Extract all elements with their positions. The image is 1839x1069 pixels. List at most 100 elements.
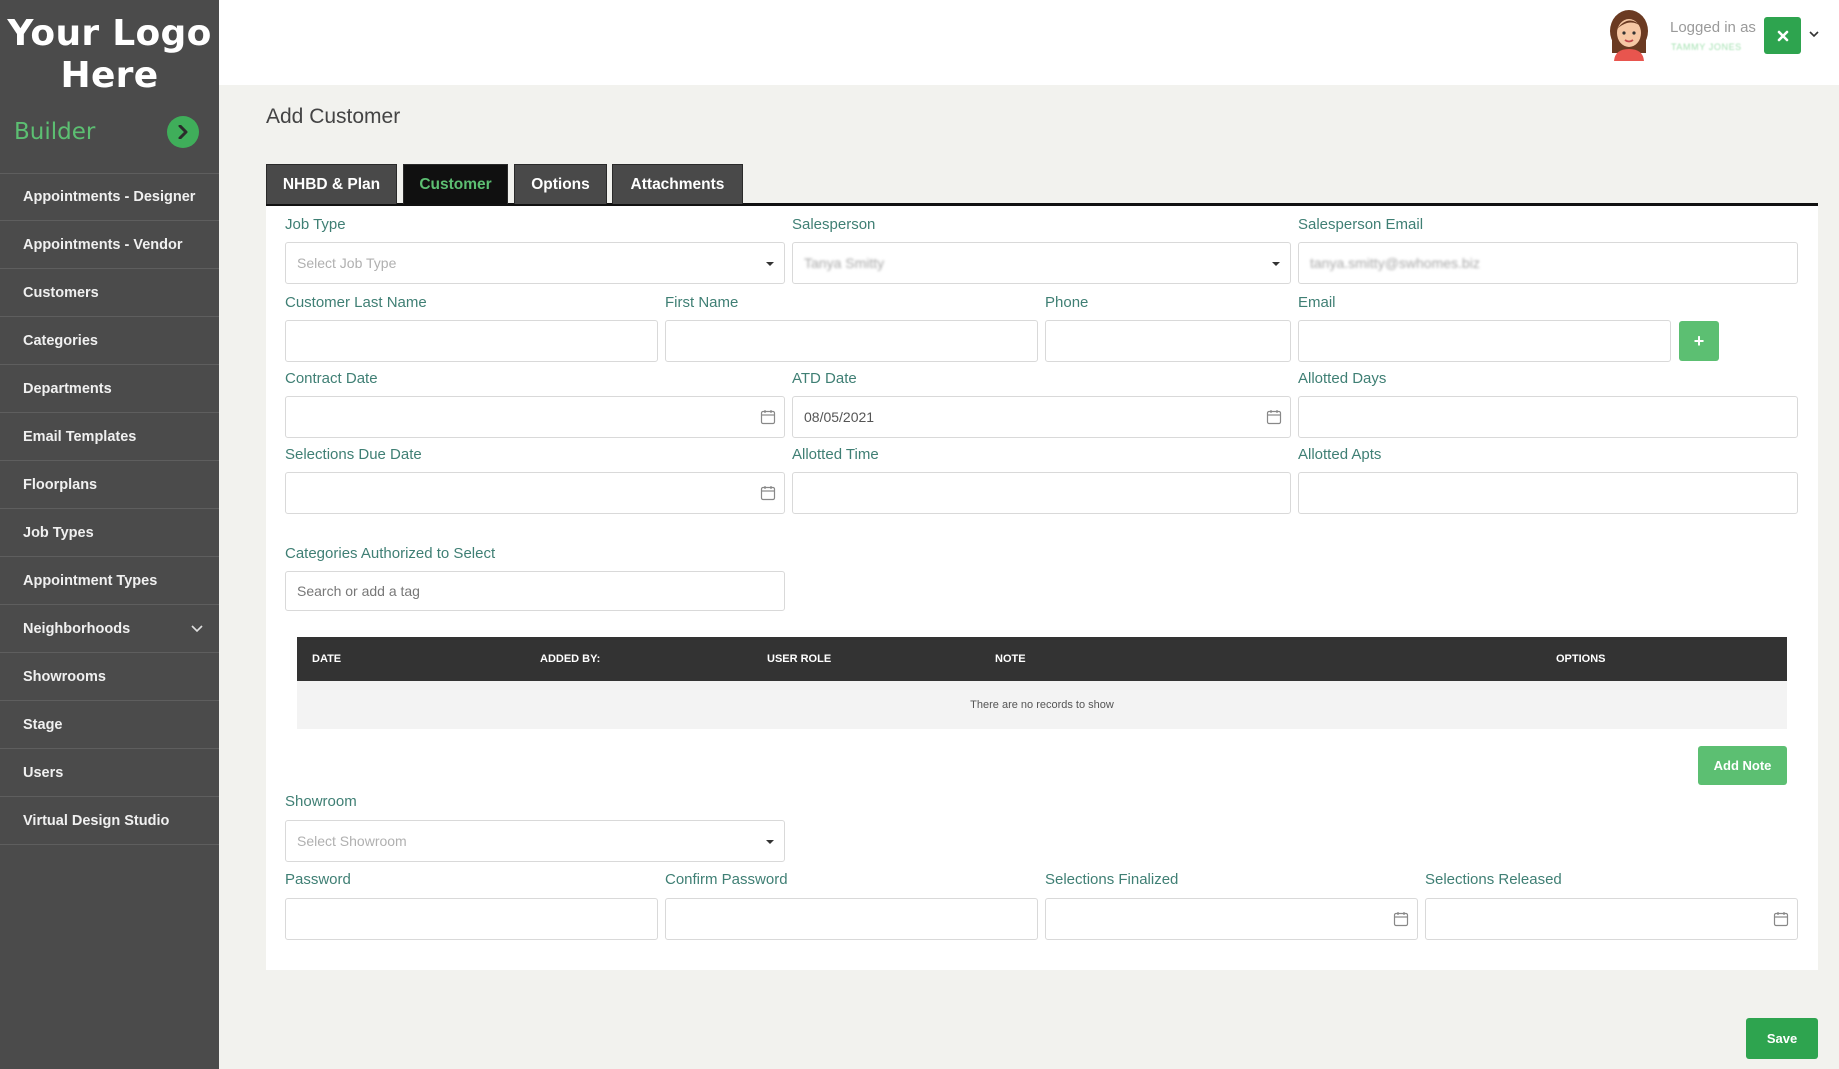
sidebar-item-floorplans[interactable]: Floorplans [0, 461, 219, 509]
first-name-input[interactable] [665, 320, 1038, 362]
sidebar-item-label: Users [23, 764, 64, 781]
password-label: Password [285, 871, 351, 888]
selections-finalized-input[interactable] [1045, 898, 1418, 940]
atd-date-value: 08/05/2021 [804, 409, 875, 425]
allotted-apts-label: Allotted Apts [1298, 446, 1382, 463]
logo[interactable]: Your Logo Here [0, 0, 219, 104]
selections-released-input[interactable] [1425, 898, 1798, 940]
logout-button[interactable] [1764, 17, 1801, 54]
salesperson-email-value: tanya.smitty@swhomes.biz [1310, 255, 1480, 271]
add-note-button[interactable]: Add Note [1698, 746, 1787, 785]
sidebar-item-virtual-design-studio[interactable]: Virtual Design Studio [0, 797, 219, 845]
calendar-icon[interactable] [1393, 911, 1409, 927]
column-added-by[interactable]: ADDED BY: [540, 653, 600, 665]
tab-options[interactable]: Options [514, 164, 607, 204]
chevron-right-icon[interactable] [167, 116, 199, 148]
caret-down-icon [1272, 262, 1280, 266]
logo-line-2: Here [60, 55, 159, 96]
sidebar-item-label: Neighborhoods [23, 620, 131, 637]
sidebar-item-label: Customers [23, 284, 99, 301]
logged-in-user: TAMMY JONES [1671, 42, 1742, 52]
sidebar-item-label: Floorplans [23, 476, 98, 493]
selections-due-date-input[interactable] [285, 472, 785, 514]
page-title: Add Customer [266, 105, 401, 128]
selections-due-date-label: Selections Due Date [285, 446, 422, 463]
sidebar-item-label: Appointments - Vendor [23, 236, 183, 253]
sidebar-nav: Appointments - Designer Appointments - V… [0, 173, 219, 845]
sidebar-item-label: Job Types [23, 524, 94, 541]
sidebar-item-label: Email Templates [23, 428, 137, 445]
confirm-password-input[interactable] [665, 898, 1038, 940]
contract-date-input[interactable] [285, 396, 785, 438]
add-email-button[interactable]: + [1679, 321, 1719, 361]
tab-customer[interactable]: Customer [403, 164, 508, 204]
customer-last-name-label: Customer Last Name [285, 294, 427, 311]
sidebar-item-users[interactable]: Users [0, 749, 219, 797]
atd-date-input[interactable]: 08/05/2021 [792, 396, 1291, 438]
phone-input[interactable] [1045, 320, 1291, 362]
calendar-icon[interactable] [1773, 911, 1789, 927]
atd-date-label: ATD Date [792, 370, 857, 387]
sidebar-item-customers[interactable]: Customers [0, 269, 219, 317]
tab-bar: NHBD & Plan Customer Options Attachments [266, 164, 1818, 206]
sidebar-item-job-types[interactable]: Job Types [0, 509, 219, 557]
password-input[interactable] [285, 898, 658, 940]
sidebar-item-stage[interactable]: Stage [0, 701, 219, 749]
calendar-icon[interactable] [760, 485, 776, 501]
email-input[interactable] [1298, 320, 1671, 362]
sidebar-item-label: Virtual Design Studio [23, 812, 170, 829]
sidebar-item-label: Stage [23, 716, 63, 733]
email-label: Email [1298, 294, 1336, 311]
tab-attachments[interactable]: Attachments [612, 164, 743, 204]
categories-tag-input[interactable]: Search or add a tag [285, 571, 785, 611]
notes-empty-row: There are no records to show [297, 681, 1787, 729]
builder-label: Builder [14, 119, 96, 145]
builder-section: Builder [0, 104, 219, 160]
salesperson-label: Salesperson [792, 216, 876, 233]
salesperson-select[interactable]: Tanya Smitty [792, 242, 1291, 284]
sidebar-item-label: Categories [23, 332, 98, 349]
sidebar-item-showrooms[interactable]: Showrooms [0, 653, 219, 701]
salesperson-email-field[interactable]: tanya.smitty@swhomes.biz [1298, 242, 1798, 284]
allotted-apts-input[interactable] [1298, 472, 1798, 514]
customer-last-name-input[interactable] [285, 320, 658, 362]
selections-released-label: Selections Released [1425, 871, 1562, 888]
sidebar-item-appointments-designer[interactable]: Appointments - Designer [0, 173, 219, 221]
selections-finalized-label: Selections Finalized [1045, 871, 1179, 888]
job-type-placeholder: Select Job Type [297, 255, 397, 271]
save-button[interactable]: Save [1746, 1018, 1818, 1059]
sidebar-item-label: Showrooms [23, 668, 106, 685]
calendar-icon[interactable] [760, 409, 776, 425]
plus-icon: + [1693, 330, 1705, 351]
sidebar-item-appointments-vendor[interactable]: Appointments - Vendor [0, 221, 219, 269]
calendar-icon[interactable] [1266, 409, 1282, 425]
column-date[interactable]: DATE [312, 653, 341, 665]
job-type-label: Job Type [285, 216, 346, 233]
column-options[interactable]: OPTIONS [1556, 653, 1606, 665]
logged-in-label: Logged in as [1670, 19, 1756, 36]
sidebar-item-categories[interactable]: Categories [0, 317, 219, 365]
allotted-time-input[interactable] [792, 472, 1291, 514]
showroom-placeholder: Select Showroom [297, 833, 407, 849]
tab-nhbd-plan[interactable]: NHBD & Plan [266, 164, 397, 204]
notes-table: DATE ADDED BY: USER ROLE NOTE OPTIONS Th… [297, 637, 1787, 729]
showroom-select[interactable]: Select Showroom [285, 820, 785, 862]
chevron-down-icon [191, 624, 203, 632]
sidebar-item-neighborhoods[interactable]: Neighborhoods [0, 605, 219, 653]
confirm-password-label: Confirm Password [665, 871, 788, 888]
chevron-down-icon[interactable] [1809, 31, 1819, 38]
sidebar-item-appointment-types[interactable]: Appointment Types [0, 557, 219, 605]
first-name-label: First Name [665, 294, 739, 311]
notes-table-header: DATE ADDED BY: USER ROLE NOTE OPTIONS [297, 637, 1787, 681]
avatar[interactable] [1605, 9, 1653, 61]
top-bar: Logged in as TAMMY JONES [219, 0, 1839, 85]
column-note[interactable]: NOTE [995, 653, 1026, 665]
allotted-days-input[interactable] [1298, 396, 1798, 438]
categories-placeholder: Search or add a tag [297, 583, 420, 599]
close-icon [1777, 30, 1788, 41]
sidebar-item-departments[interactable]: Departments [0, 365, 219, 413]
caret-down-icon [766, 262, 774, 266]
sidebar-item-email-templates[interactable]: Email Templates [0, 413, 219, 461]
column-user-role[interactable]: USER ROLE [767, 653, 831, 665]
job-type-select[interactable]: Select Job Type [285, 242, 785, 284]
